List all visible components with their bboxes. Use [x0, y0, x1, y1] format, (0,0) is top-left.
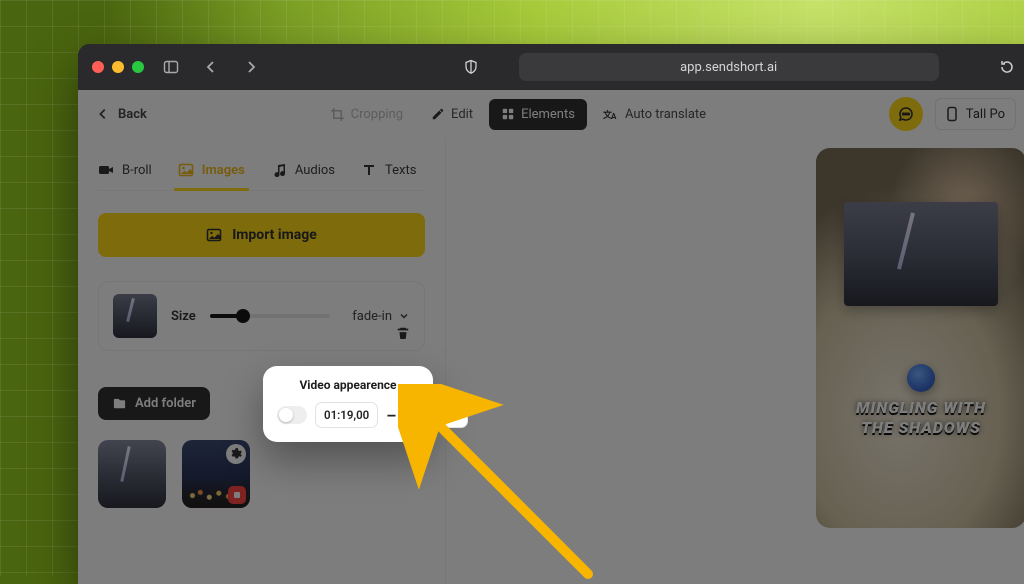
- chat-button[interactable]: [889, 97, 923, 131]
- tab-images[interactable]: Images: [178, 154, 245, 190]
- app-toolbar: Back Cropping Edit Elements 文A Auto tran…: [78, 90, 1024, 138]
- chevron-down-icon: [398, 310, 410, 322]
- add-folder-label: Add folder: [135, 396, 196, 411]
- minimize-window-icon[interactable]: [112, 61, 124, 73]
- record-badge-icon: [228, 486, 246, 504]
- effect-value: fade-in: [352, 309, 392, 324]
- import-image-button[interactable]: Import image: [98, 213, 425, 257]
- delete-button[interactable]: [396, 326, 410, 340]
- reload-icon[interactable]: [994, 55, 1020, 79]
- tab-audios-label: Audios: [295, 163, 335, 178]
- overlay-image[interactable]: [844, 202, 998, 306]
- size-label: Size: [171, 309, 196, 324]
- text-icon: [361, 162, 377, 178]
- elements-tool[interactable]: Elements: [489, 99, 587, 130]
- image-thumbnail[interactable]: [113, 294, 157, 338]
- image-icon: [178, 162, 194, 178]
- tab-broll-label: B-roll: [122, 163, 152, 178]
- elements-label: Elements: [521, 107, 575, 122]
- time-range-dash: –: [386, 406, 396, 425]
- edit-tool[interactable]: Edit: [419, 99, 485, 130]
- titlebar: app.sendshort.ai: [78, 44, 1024, 90]
- svg-text:A: A: [611, 112, 617, 121]
- sidebar-toggle-icon[interactable]: [158, 55, 184, 79]
- center-canvas: [446, 138, 808, 584]
- back-label: Back: [118, 107, 147, 122]
- maximize-window-icon[interactable]: [132, 61, 144, 73]
- privacy-shield-icon[interactable]: [458, 55, 484, 79]
- effect-dropdown[interactable]: fade-in: [352, 309, 410, 324]
- back-button[interactable]: Back: [96, 107, 147, 122]
- nav-forward-icon[interactable]: [238, 55, 264, 79]
- caption-text: MINGLING WITH THE SHADOWS: [816, 398, 1024, 438]
- url-text: app.sendshort.ai: [680, 60, 777, 75]
- cropping-tool[interactable]: Cropping: [318, 99, 415, 130]
- start-time-input[interactable]: 01:19,00: [315, 402, 378, 428]
- tab-texts[interactable]: Texts: [361, 154, 416, 190]
- tab-images-label: Images: [202, 163, 245, 178]
- left-panel: B-roll Images Audios: [78, 138, 446, 584]
- preview-panel: MINGLING WITH THE SHADOWS: [808, 138, 1024, 584]
- video-appearance-popover: Video appearence 01:19,00 – 01:22,00: [263, 366, 433, 442]
- url-bar[interactable]: app.sendshort.ai: [519, 53, 939, 81]
- browser-window: app.sendshort.ai Back Cropping Edit Elem…: [78, 44, 1024, 584]
- folder-thumbnails: [98, 440, 425, 508]
- animation-effect-icon: [907, 364, 935, 392]
- import-label: Import image: [232, 227, 317, 243]
- aspect-ratio-button[interactable]: Tall Po: [935, 98, 1016, 130]
- add-folder-button[interactable]: Add folder: [98, 387, 210, 420]
- edit-label: Edit: [451, 107, 473, 122]
- media-tabs: B-roll Images Audios: [98, 150, 425, 191]
- image-item-card: Size fade-in: [98, 281, 425, 351]
- nav-back-icon[interactable]: [198, 55, 224, 79]
- cropping-label: Cropping: [351, 107, 403, 122]
- tab-audios[interactable]: Audios: [271, 154, 335, 190]
- folder-thumbnail[interactable]: [182, 440, 250, 508]
- folder-thumbnail[interactable]: [98, 440, 166, 508]
- auto-translate-label: Auto translate: [625, 107, 706, 122]
- close-window-icon[interactable]: [92, 61, 104, 73]
- aspect-ratio-label: Tall Po: [966, 107, 1005, 122]
- tab-texts-label: Texts: [385, 163, 416, 178]
- end-time-input[interactable]: 01:22,00: [404, 402, 467, 428]
- video-preview[interactable]: MINGLING WITH THE SHADOWS: [816, 148, 1024, 528]
- image-plus-icon: [206, 227, 222, 243]
- folder-plus-icon: [112, 396, 127, 411]
- popover-title: Video appearence: [277, 378, 419, 392]
- settings-badge-icon[interactable]: [226, 444, 246, 464]
- window-controls: [92, 61, 144, 73]
- music-note-icon: [271, 162, 287, 178]
- appearance-toggle[interactable]: [277, 406, 307, 424]
- auto-translate-tool[interactable]: 文A Auto translate: [591, 98, 718, 130]
- video-clip-icon: [98, 162, 114, 178]
- size-slider[interactable]: [210, 314, 330, 318]
- tab-broll[interactable]: B-roll: [98, 154, 152, 190]
- app-body: B-roll Images Audios: [78, 138, 1024, 584]
